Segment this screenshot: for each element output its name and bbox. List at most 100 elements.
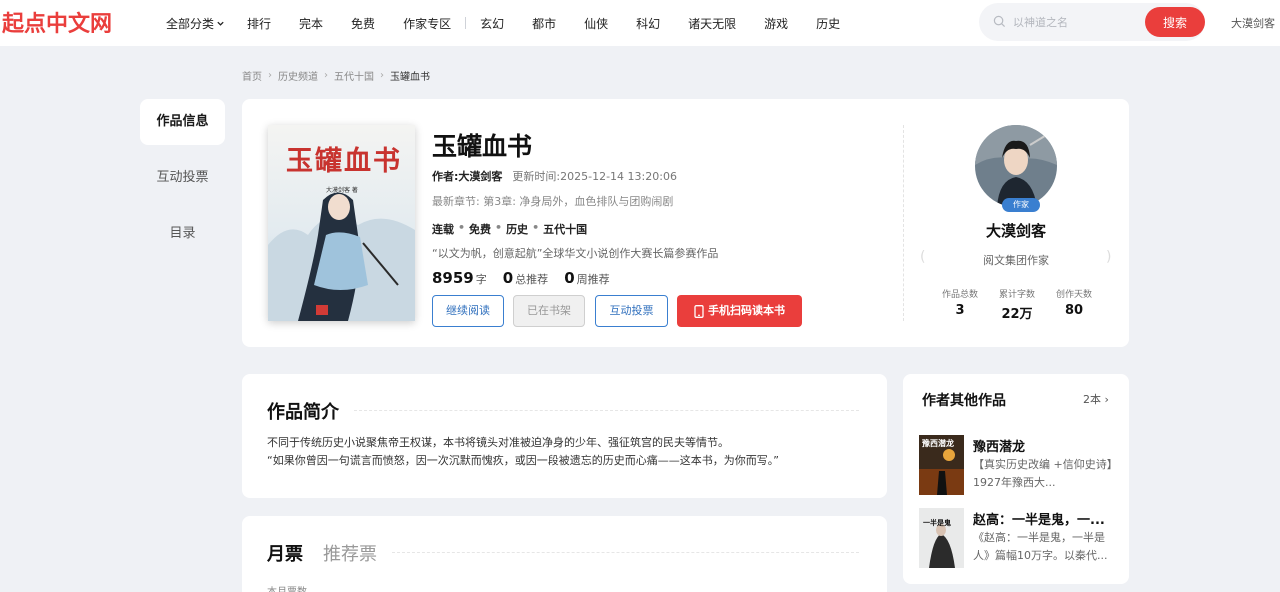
tab-catalog[interactable]: 目录 bbox=[140, 211, 225, 257]
search-button[interactable]: 搜索 bbox=[1145, 7, 1205, 37]
search-box: 搜索 bbox=[979, 3, 1205, 41]
author-badge: 作家 bbox=[1002, 198, 1040, 212]
word-count: 8959 bbox=[432, 269, 474, 287]
tag-separator: • bbox=[495, 221, 503, 234]
other-work-item[interactable]: 一半是鬼 赵高：一半是鬼，一... 《赵高：一半是鬼，一半是人》篇幅10万字。以… bbox=[919, 508, 1119, 568]
user-name[interactable]: 大漠剑客 bbox=[1231, 15, 1275, 31]
other-work-title: 赵高：一半是鬼，一... bbox=[973, 513, 1105, 528]
chevron-right-icon: › bbox=[268, 70, 272, 81]
nav-genre-dushi[interactable]: 都市 bbox=[532, 15, 556, 32]
total-recommend-label: 总推荐 bbox=[515, 273, 549, 286]
author-stat-value: 22万 bbox=[1001, 307, 1033, 322]
breadcrumb: 首页 › 历史频道 › 五代十国 › 玉罐血书 bbox=[242, 68, 430, 83]
author-stat-label: 创作天数 bbox=[1055, 290, 1092, 300]
title-divider bbox=[392, 552, 859, 553]
ticket-card: 月票 推荐票 本月票数 bbox=[242, 516, 887, 592]
book-title: 玉罐血书 bbox=[432, 132, 533, 161]
other-work-cover-text: 豫西潜龙 bbox=[922, 439, 954, 448]
nav-genre-xuanhuan[interactable]: 玄幻 bbox=[480, 15, 504, 32]
tag-separator: • bbox=[532, 221, 540, 234]
other-works-count-label: 2本 bbox=[1083, 393, 1101, 406]
nav-genre-youxi[interactable]: 游戏 bbox=[764, 15, 788, 32]
book-info-card: 玉罐血书 大漠剑客 著 玉罐血书 作者:大漠剑客 更新时间:2025-12-14 … bbox=[242, 99, 1129, 347]
chevron-right-icon: › bbox=[324, 70, 328, 81]
other-work-cover: 豫西潜龙 bbox=[919, 435, 964, 495]
author-name[interactable]: 大漠剑客 bbox=[962, 220, 1070, 241]
avatar-image bbox=[975, 125, 1057, 207]
laurel-left-icon: ( bbox=[920, 249, 926, 265]
other-works-title: 作者其他作品 bbox=[922, 393, 1006, 409]
tag-status: 连载 bbox=[432, 223, 454, 236]
other-work-desc: 【真实历史改编 +信仰史诗】 1927年豫西大... bbox=[973, 458, 1113, 489]
other-works-card: 作者其他作品 2本 › 豫西潜龙 豫西潜龙 【真实历史改编 +信仰史诗】 192… bbox=[903, 374, 1129, 584]
other-work-cover-text: 一半是鬼 bbox=[923, 519, 951, 527]
latest-chapter[interactable]: 最新章节: 第3章: 净身局外，血色排队与团购闹剧 bbox=[432, 193, 673, 209]
search-icon bbox=[993, 15, 1006, 28]
tab-monthly-ticket[interactable]: 月票 bbox=[267, 540, 303, 566]
cover-author: 大漠剑客 著 bbox=[326, 187, 358, 194]
other-work-cover: 一半是鬼 bbox=[919, 508, 964, 568]
side-tabs: 作品信息 互动投票 目录 bbox=[140, 99, 225, 267]
search-input[interactable] bbox=[1013, 12, 1141, 32]
book-stats: 8959 字 0 总推荐 0 周推荐 bbox=[432, 269, 626, 287]
site-logo[interactable]: 起点中文网 bbox=[2, 6, 112, 38]
nav-item-finished[interactable]: 完本 bbox=[299, 15, 323, 32]
book-author[interactable]: 作者:大漠剑客 bbox=[432, 170, 502, 183]
author-stats: 作品总数 3 累计字数 22万 创作天数 80 bbox=[932, 287, 1102, 322]
intro-line: “如果你曾因一句谎言而愤怒，因一次沉默而愧疚，或因一段被遗忘的历史而心痛——这本… bbox=[267, 454, 779, 467]
nav-genre-xianxia[interactable]: 仙侠 bbox=[584, 15, 608, 32]
chevron-right-icon: › bbox=[1104, 393, 1109, 406]
breadcrumb-category[interactable]: 五代十国 bbox=[334, 68, 374, 83]
laurel-right-icon: ) bbox=[1106, 249, 1112, 265]
card-divider bbox=[903, 125, 904, 321]
update-time: 更新时间:2025-12-14 13:20:06 bbox=[512, 170, 677, 183]
intro-text: 不同于传统历史小说聚焦帝王权谋，本书将镜头对准被迫净身的少年、强征筑宫的民夫等情… bbox=[267, 434, 867, 470]
tab-book-info[interactable]: 作品信息 bbox=[140, 99, 225, 145]
nav-divider bbox=[465, 17, 467, 29]
tag-channel[interactable]: 历史 bbox=[506, 221, 528, 237]
author-avatar[interactable] bbox=[975, 125, 1057, 207]
author-stat-works: 作品总数 3 bbox=[932, 287, 988, 322]
tag-subcategory[interactable]: 五代十国 bbox=[543, 221, 587, 237]
contest-slogan: “以文为帆，创意起航”全球华文小说创作大赛长篇参赛作品 bbox=[432, 247, 719, 260]
book-cover[interactable]: 玉罐血书 大漠剑客 著 bbox=[268, 125, 415, 321]
top-bar: 起点中文网 全部分类 排行 完本 免费 作家专区 玄幻 都市 仙侠 科幻 诸天无… bbox=[0, 0, 1280, 46]
tag-separator: • bbox=[458, 221, 466, 234]
intro-title: 作品简介 bbox=[267, 402, 339, 423]
author-group: 阅文集团作家 bbox=[983, 254, 1049, 267]
book-meta: 作者:大漠剑客 更新时间:2025-12-14 13:20:06 bbox=[432, 168, 677, 184]
tab-recommend-ticket[interactable]: 推荐票 bbox=[323, 540, 377, 566]
intro-line: 不同于传统历史小说聚焦帝王权谋，本书将镜头对准被迫净身的少年、强征筑宫的民夫等情… bbox=[267, 436, 729, 449]
week-recommend-label: 周推荐 bbox=[576, 273, 610, 286]
nav-genre-lishi[interactable]: 历史 bbox=[816, 15, 840, 32]
main-nav: 全部分类 排行 完本 免费 作家专区 玄幻 都市 仙侠 科幻 诸天无限 游戏 历… bbox=[166, 0, 868, 46]
badge-label: 作家 bbox=[1013, 200, 1029, 209]
on-shelf-button[interactable]: 已在书架 bbox=[513, 295, 585, 327]
chevron-right-icon: › bbox=[380, 70, 384, 81]
other-work-title: 豫西潜龙 bbox=[973, 440, 1026, 455]
breadcrumb-home[interactable]: 首页 bbox=[242, 68, 262, 83]
author-stat-value: 80 bbox=[1064, 303, 1084, 318]
author-stat-days: 创作天数 80 bbox=[1046, 287, 1102, 322]
other-work-item[interactable]: 豫西潜龙 豫西潜龙 【真实历史改编 +信仰史诗】 1927年豫西大... bbox=[919, 435, 1119, 495]
mobile-scan-button[interactable]: 手机扫码读本书 bbox=[677, 295, 802, 327]
other-work-cover-art bbox=[919, 508, 964, 568]
total-recommend-count: 0 bbox=[502, 269, 514, 287]
monthly-ticket-label: 本月票数 bbox=[267, 583, 307, 592]
other-works-count[interactable]: 2本 › bbox=[1083, 391, 1109, 407]
title-divider bbox=[354, 410, 859, 411]
nav-genre-zhutian[interactable]: 诸天无限 bbox=[688, 15, 736, 32]
author-stat-words: 累计字数 22万 bbox=[989, 287, 1045, 322]
continue-reading-button[interactable]: 继续阅读 bbox=[432, 295, 504, 327]
nav-item-writer-zone[interactable]: 作家专区 bbox=[403, 15, 451, 32]
interactive-vote-button[interactable]: 互动投票 bbox=[595, 295, 668, 327]
tab-interactive-vote[interactable]: 互动投票 bbox=[140, 155, 225, 201]
chevron-down-icon bbox=[217, 21, 224, 26]
tag-free: 免费 bbox=[469, 223, 492, 236]
nav-genre-kehuan[interactable]: 科幻 bbox=[636, 15, 660, 32]
breadcrumb-channel[interactable]: 历史频道 bbox=[278, 68, 318, 83]
nav-item-free[interactable]: 免费 bbox=[351, 15, 375, 32]
intro-card: 作品简介 不同于传统历史小说聚焦帝王权谋，本书将镜头对准被迫净身的少年、强征筑宫… bbox=[242, 374, 887, 498]
nav-item-rank[interactable]: 排行 bbox=[247, 15, 271, 32]
nav-all-categories[interactable]: 全部分类 bbox=[166, 15, 225, 32]
